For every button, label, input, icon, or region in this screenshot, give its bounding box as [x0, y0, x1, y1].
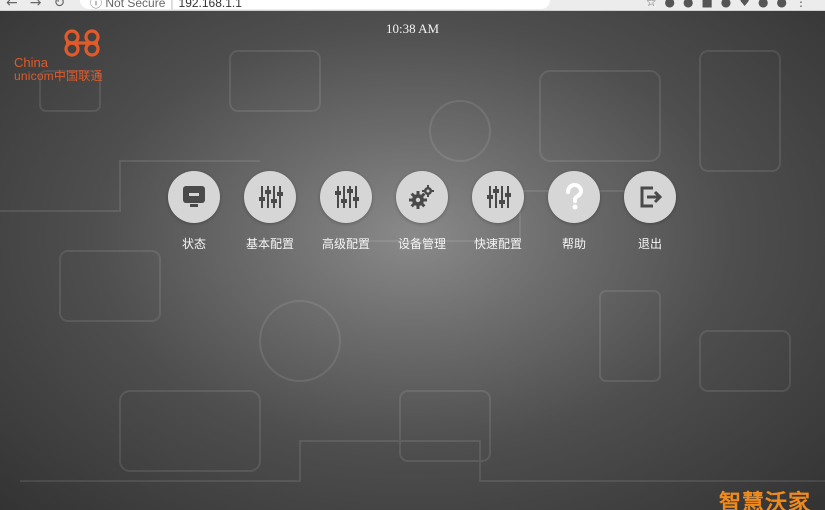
- clock: 10:38 AM: [385, 21, 440, 36]
- extension-icon[interactable]: ●: [664, 0, 682, 9]
- forward-icon[interactable]: →: [30, 0, 42, 10]
- menu-item-status[interactable]: 状态: [156, 171, 232, 252]
- status-monitor-icon[interactable]: [168, 171, 220, 223]
- extension-icon[interactable]: ●: [721, 0, 739, 9]
- gears-icon[interactable]: [396, 171, 448, 223]
- china-unicom-logo: China unicom中国联通: [14, 27, 114, 83]
- exit-icon[interactable]: [624, 171, 676, 223]
- url-text: 192.168.1.1: [178, 0, 242, 10]
- router-home-page: 10:38 AM China unicom中国联通 状态 基本配置 高级配置 设…: [0, 11, 825, 510]
- menu-label-quick-config: 快速配置: [473, 237, 522, 251]
- address-bar[interactable]: ⓘ Not Secure | 192.168.1.1: [80, 0, 550, 10]
- menu-item-advanced-config[interactable]: 高级配置: [308, 171, 384, 252]
- menu-label-exit: 退出: [637, 237, 662, 251]
- menu-item-help[interactable]: 帮助: [536, 171, 612, 252]
- background-pattern: [0, 50, 825, 482]
- extension-icon[interactable]: ■: [701, 0, 720, 9]
- menu-label-device-management: 设备管理: [397, 237, 446, 251]
- logo-line-2: unicom中国联通: [14, 69, 103, 83]
- advanced-sliders-icon[interactable]: [320, 171, 372, 223]
- menu-item-quick-config[interactable]: 快速配置: [460, 171, 536, 252]
- reload-icon[interactable]: ↻: [53, 0, 65, 10]
- extension-icon[interactable]: ♥: [739, 0, 758, 9]
- extension-icons: ☆●●■●♥●●⋮: [646, 0, 815, 9]
- unicom-knot-icon: [64, 29, 100, 57]
- security-label: Not Secure: [105, 0, 166, 10]
- menu-label-basic-config: 基本配置: [245, 237, 294, 251]
- extension-icon[interactable]: ●: [683, 0, 701, 9]
- menu-label-status: 状态: [181, 237, 206, 251]
- menu-item-basic-config[interactable]: 基本配置: [232, 171, 308, 252]
- brand-logo-text: 智慧沃家: [718, 491, 811, 510]
- menu-label-help: 帮助: [561, 237, 586, 251]
- menu-item-exit[interactable]: 退出: [612, 171, 688, 252]
- profile-avatar-icon[interactable]: ●: [777, 0, 795, 9]
- url-separator: |: [170, 0, 174, 10]
- extension-icon[interactable]: ●: [758, 0, 776, 9]
- main-menu: 状态 基本配置 高级配置 设备管理 快速配置 帮助 退出: [156, 171, 688, 252]
- browser-toolbar: ← → ↻ ⓘ Not Secure | 192.168.1.1 ☆●●■●♥●●⋮: [0, 0, 825, 11]
- back-icon[interactable]: ←: [6, 0, 18, 10]
- info-icon[interactable]: ⓘ: [90, 0, 102, 10]
- browser-nav: ← → ↻: [6, 0, 77, 10]
- menu-label-advanced-config: 高级配置: [321, 237, 370, 251]
- more-menu-icon[interactable]: ⋮: [795, 0, 815, 9]
- menu-item-device-management[interactable]: 设备管理: [384, 171, 460, 252]
- quick-sliders-icon[interactable]: [472, 171, 524, 223]
- bookmark-star-icon[interactable]: ☆: [646, 0, 665, 9]
- sliders-icon[interactable]: [244, 171, 296, 223]
- question-icon[interactable]: [548, 171, 600, 223]
